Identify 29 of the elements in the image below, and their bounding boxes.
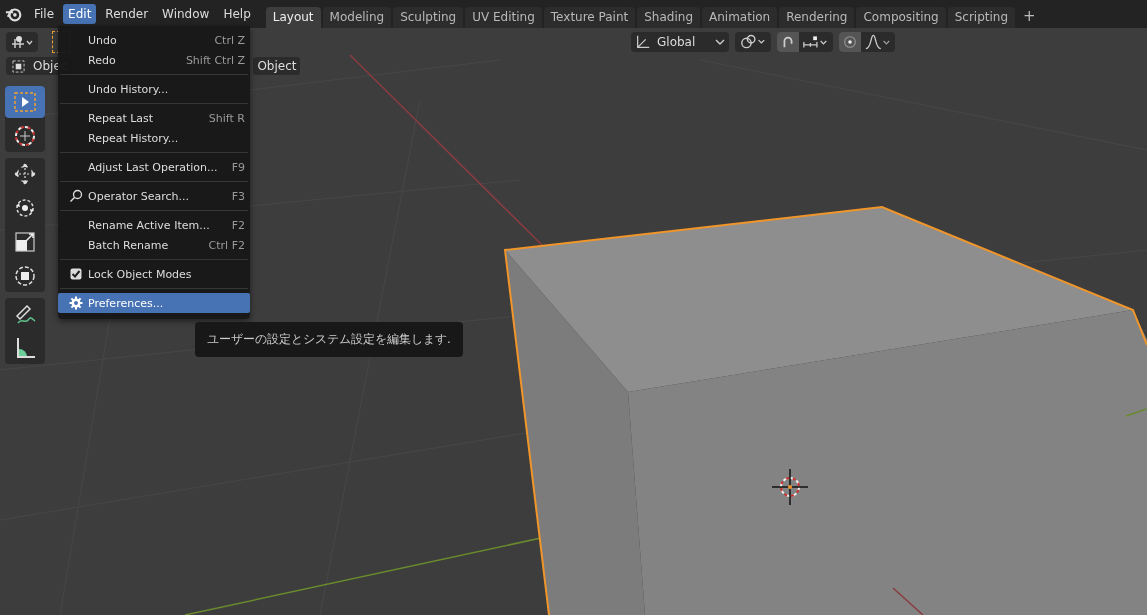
workspace-tab[interactable]: Sculpting [393,7,464,28]
transform-orientation-dropdown[interactable]: Global [631,32,729,52]
menu-item[interactable]: Undo History... [58,79,250,99]
workspace-tab[interactable]: UV Editing [465,7,542,28]
menu-item[interactable]: Repeat Last Shift R [58,108,250,128]
menu-item[interactable]: Render [100,4,154,24]
menu-item[interactable]: Operator Search... F3 [58,186,250,206]
menu-item[interactable]: Window [157,4,215,24]
workspace-tab[interactable]: Texture Paint [543,7,636,28]
menu-item[interactable]: Preferences... [58,293,250,313]
menu-item[interactable]: Edit [63,4,97,24]
add-workspace-button[interactable]: + [1017,7,1042,28]
workspace-tab[interactable]: Compositing [856,7,946,28]
menu-item[interactable]: Rename Active Item... F2 [58,215,250,235]
tooltip: ユーザーの設定とシステム設定を編集します. [195,322,463,357]
menu-item[interactable]: File [29,4,60,24]
workspace-tab[interactable]: Layout [265,7,321,28]
menu-item[interactable]: Undo Ctrl Z [58,30,250,50]
workspace-tab[interactable]: Shading [637,7,700,28]
workspace-tab[interactable]: Modeling [322,7,392,28]
workspace-tab[interactable]: Animation [702,7,778,28]
workspace-tab[interactable]: Rendering [779,7,855,28]
menu-item[interactable]: Adjust Last Operation... F9 [58,157,250,177]
menu-item[interactable]: Lock Object Modes [58,264,250,284]
menu-item[interactable]: Batch Rename Ctrl F2 [58,235,250,255]
menu-item[interactable]: Help [218,4,256,24]
menu-item[interactable]: Repeat History... [58,128,250,148]
object-menu[interactable]: Object [253,57,301,75]
workspace-tab[interactable]: Scripting [947,7,1016,28]
